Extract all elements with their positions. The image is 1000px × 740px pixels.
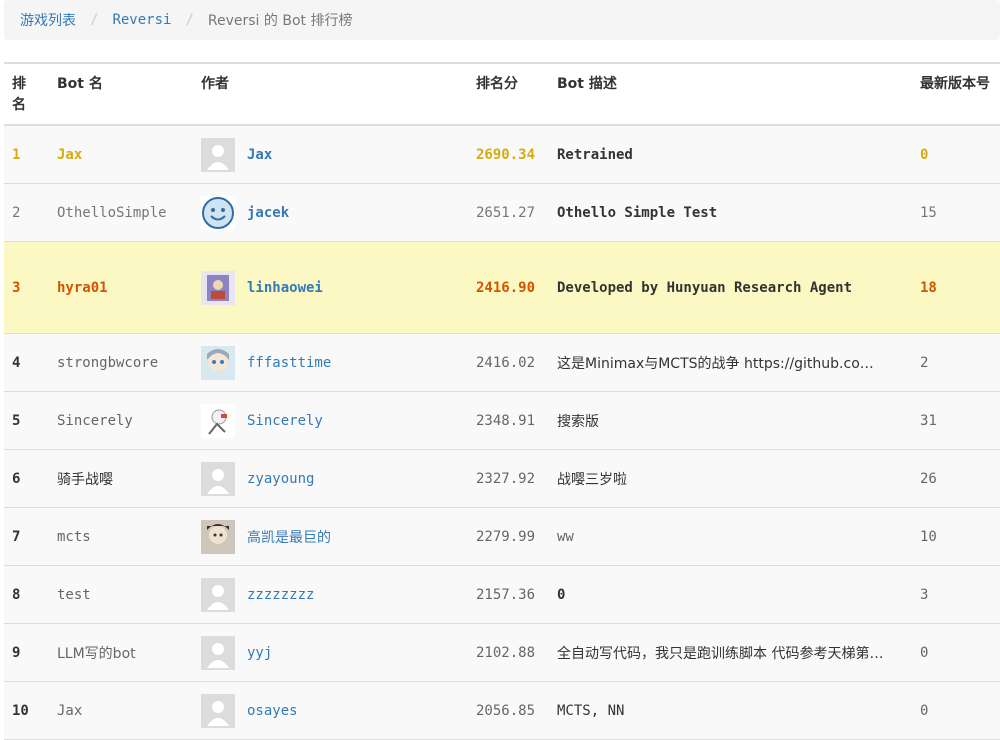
breadcrumb-games-link[interactable]: 游戏列表: [20, 10, 76, 30]
default-avatar-icon[interactable]: [201, 461, 235, 496]
table-row: 7 mcts 高凯是最巨的 2279.99 ww 10: [4, 508, 1000, 566]
author-link[interactable]: zzzzzzzz: [247, 587, 314, 603]
bot-name-link[interactable]: Jax: [57, 682, 197, 739]
default-avatar-icon[interactable]: [201, 693, 235, 728]
breadcrumb-separator: /: [90, 12, 99, 28]
version-cell: 3: [920, 586, 929, 603]
sketch-avatar-icon[interactable]: [201, 403, 235, 438]
version-cell: 10: [920, 528, 937, 545]
rank-cell: 5: [12, 412, 21, 429]
rank-cell: 2: [12, 204, 21, 221]
description-cell: ww: [557, 528, 574, 545]
score-cell: 2416.90: [476, 279, 536, 296]
score-cell: 2690.34: [476, 146, 536, 163]
header-score: 排名分: [476, 76, 518, 92]
score-cell: 2651.27: [476, 204, 536, 221]
smiley-avatar-icon[interactable]: [201, 195, 235, 230]
table-row: 4 strongbwcore fffasttime 2416.02 这是Mini…: [4, 334, 1000, 392]
bot-name-link[interactable]: strongbwcore: [57, 334, 197, 391]
picture-avatar-icon[interactable]: [201, 270, 235, 305]
description-cell: 这是Minimax与MCTS的战争 https://github.co…: [557, 355, 874, 372]
description-cell: 搜索版: [557, 413, 599, 430]
description-cell: Retrained: [557, 146, 633, 163]
default-avatar-icon[interactable]: [201, 137, 235, 172]
rank-cell: 1: [12, 146, 21, 163]
header-author: 作者: [201, 76, 229, 92]
version-cell: 31: [920, 412, 937, 429]
author-link[interactable]: Jax: [247, 147, 272, 163]
rank-cell: 4: [12, 354, 21, 371]
description-cell: MCTS, NN: [557, 702, 625, 719]
header-version: 最新版本号: [920, 76, 990, 92]
table-row: 3 hyra01 linhaowei 2416.90 Developed by …: [4, 242, 1000, 334]
bot-name-link[interactable]: Jax: [57, 126, 197, 183]
header-description: Bot 描述: [557, 76, 617, 92]
table-row: 10 Jax osayes 2056.85 MCTS, NN 0: [4, 682, 1000, 740]
author-link[interactable]: 高凯是最巨的: [247, 527, 331, 547]
score-cell: 2056.85: [476, 702, 536, 719]
bot-name-link[interactable]: OthelloSimple: [57, 184, 197, 241]
table-row: 2 OthelloSimple jacek 2651.27 Othello Si…: [4, 184, 1000, 242]
version-cell: 0: [920, 702, 929, 719]
description-cell: 全自动写代码，我只是跑训练脚本 代码参考天梯第…: [557, 645, 884, 662]
rank-cell: 9: [12, 644, 21, 661]
description-cell: Developed by Hunyuan Research Agent: [557, 279, 853, 296]
version-cell: 26: [920, 470, 937, 487]
anime-avatar-icon[interactable]: [201, 345, 235, 380]
table-row: 9 LLM写的bot yyj 2102.88 全自动写代码，我只是跑训练脚本 代…: [4, 624, 1000, 682]
description-cell: 战嘤三岁啦: [557, 471, 627, 488]
table-header: 排名 Bot 名 作者 排名分 Bot 描述 最新版本号: [4, 64, 1000, 126]
version-cell: 18: [920, 279, 937, 296]
rank-cell: 7: [12, 528, 21, 545]
description-cell: 0: [557, 586, 566, 603]
version-cell: 2: [920, 354, 929, 371]
breadcrumb-separator: /: [185, 12, 194, 28]
author-link[interactable]: linhaowei: [247, 280, 323, 296]
leaderboard-table: 排名 Bot 名 作者 排名分 Bot 描述 最新版本号 1 Jax Jax 2…: [4, 62, 1000, 740]
bot-name-link[interactable]: LLM写的bot: [57, 624, 197, 681]
photo-avatar-icon[interactable]: [201, 519, 235, 554]
author-link[interactable]: fffasttime: [247, 355, 331, 371]
bot-name-link[interactable]: Sincerely: [57, 392, 197, 449]
breadcrumb: 游戏列表 / Reversi / Reversi 的 Bot 排行榜: [4, 0, 1000, 40]
score-cell: 2416.02: [476, 354, 536, 371]
version-cell: 15: [920, 204, 937, 221]
score-cell: 2157.36: [476, 586, 536, 603]
default-avatar-icon[interactable]: [201, 635, 235, 670]
table-row: 5 Sincerely Sincerely 2348.91 搜索版 31: [4, 392, 1000, 450]
version-cell: 0: [920, 644, 929, 661]
score-cell: 2102.88: [476, 644, 536, 661]
author-link[interactable]: osayes: [247, 703, 298, 719]
bot-name-link[interactable]: mcts: [57, 508, 197, 565]
rank-cell: 10: [12, 702, 29, 719]
breadcrumb-reversi-link[interactable]: Reversi: [112, 12, 171, 28]
author-link[interactable]: jacek: [247, 205, 289, 221]
score-cell: 2327.92: [476, 470, 536, 487]
author-link[interactable]: Sincerely: [247, 413, 323, 429]
score-cell: 2348.91: [476, 412, 536, 429]
description-cell: Othello Simple Test: [557, 204, 718, 221]
rank-cell: 3: [12, 279, 21, 296]
header-rank: 排名: [12, 76, 26, 113]
table-row: 6 骑手战嘤 zyayoung 2327.92 战嘤三岁啦 26: [4, 450, 1000, 508]
bot-name-link[interactable]: 骑手战嘤: [57, 450, 197, 507]
bot-name-link[interactable]: test: [57, 566, 197, 623]
version-cell: 0: [920, 146, 929, 163]
author-link[interactable]: zyayoung: [247, 471, 314, 487]
breadcrumb-current: Reversi 的 Bot 排行榜: [207, 13, 353, 29]
default-avatar-icon[interactable]: [201, 577, 235, 612]
rank-cell: 8: [12, 586, 21, 603]
bot-name-link[interactable]: hyra01: [57, 242, 197, 333]
author-link[interactable]: yyj: [247, 645, 272, 661]
rank-cell: 6: [12, 470, 21, 487]
table-row: 1 Jax Jax 2690.34 Retrained 0: [4, 126, 1000, 184]
header-bot-name: Bot 名: [57, 76, 103, 92]
table-row: 8 test zzzzzzzz 2157.36 0 3: [4, 566, 1000, 624]
score-cell: 2279.99: [476, 528, 536, 545]
